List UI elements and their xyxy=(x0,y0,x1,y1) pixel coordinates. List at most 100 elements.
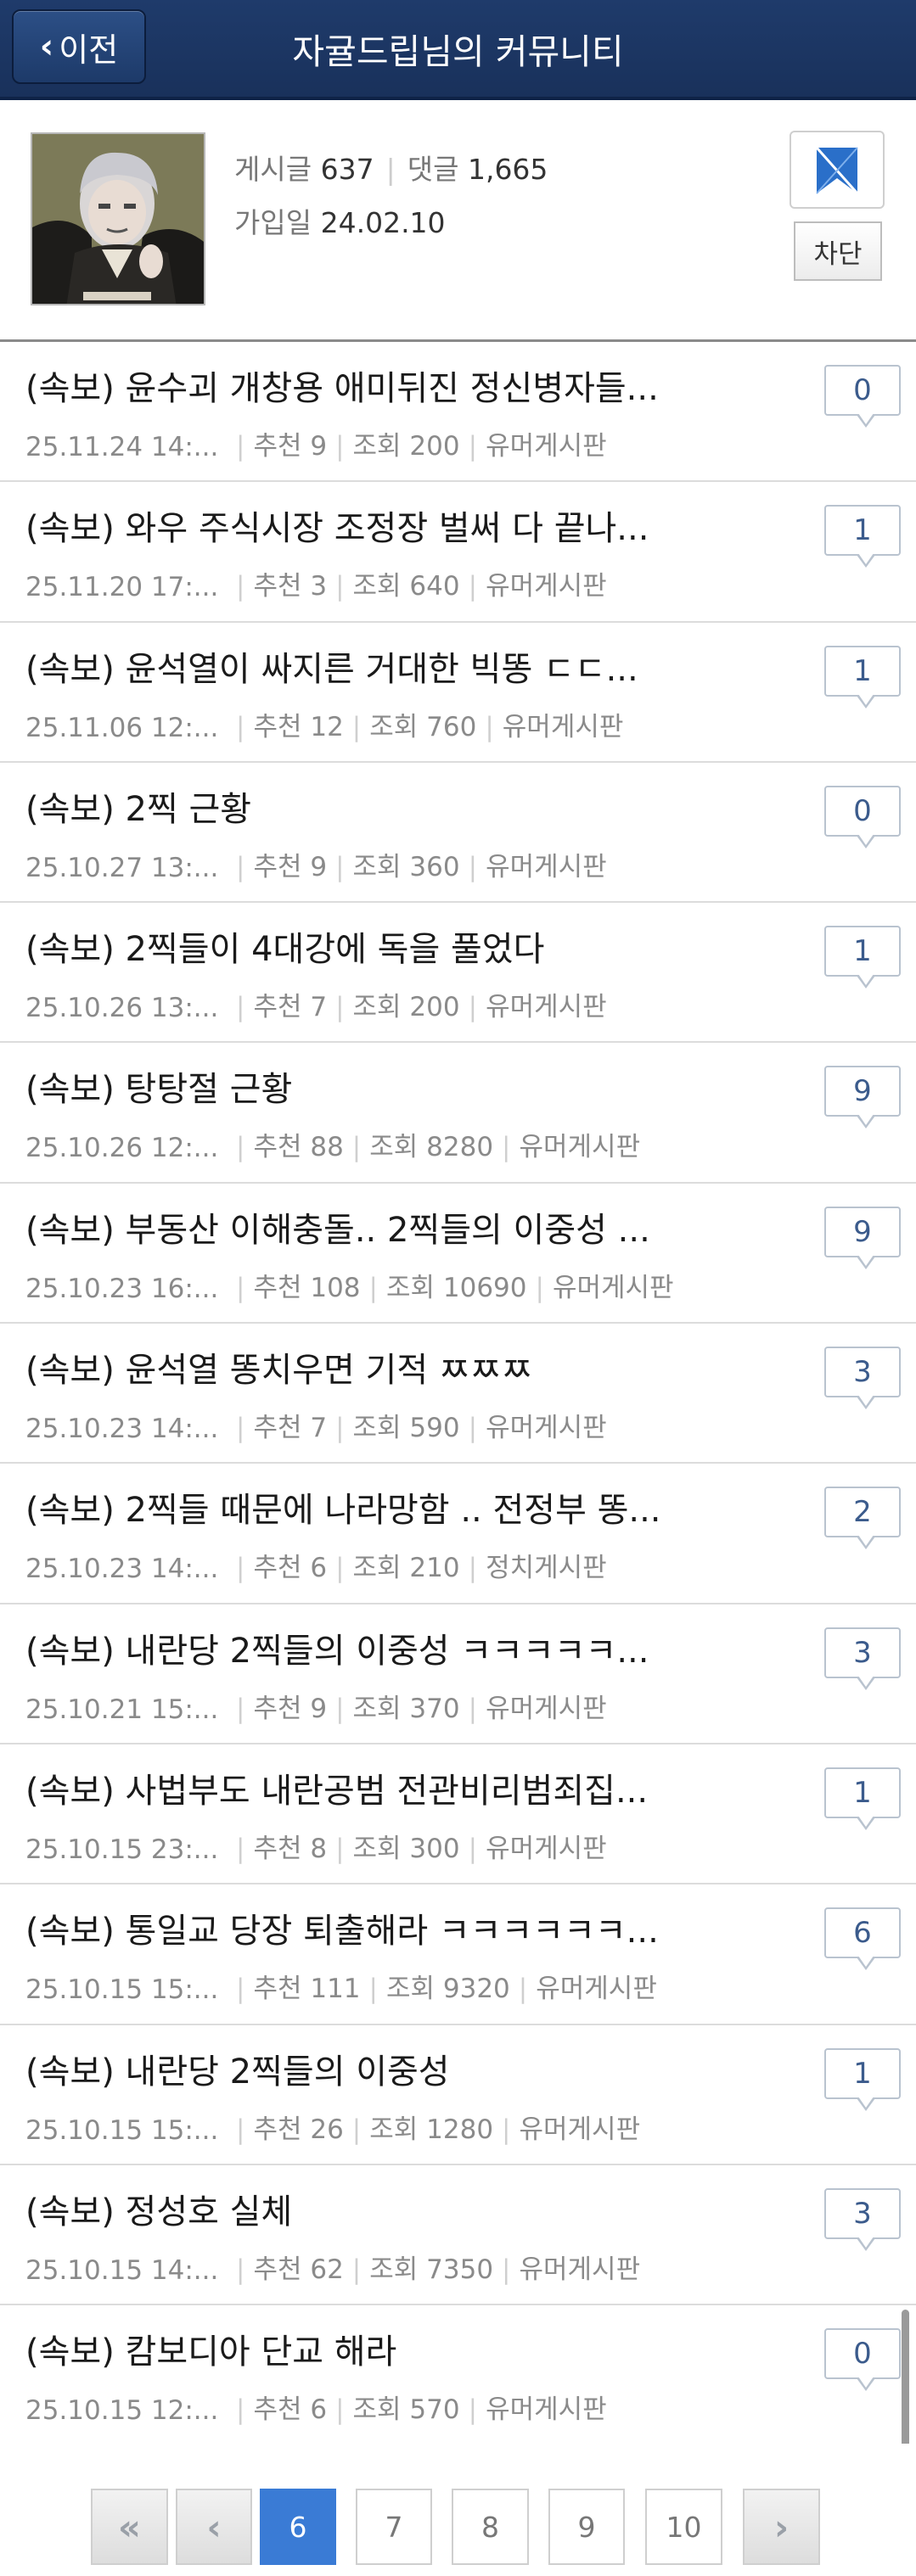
post-title[interactable]: (속보) 부동산 이해충돌.. 2찍들의 이중성 ... xyxy=(25,1202,722,1252)
post-board: 유머게시판 xyxy=(486,851,607,882)
post-title[interactable]: (속보) 내란당 2찍들의 이중성 xyxy=(25,2044,722,2093)
post-title[interactable]: (속보) 정성호 실체 xyxy=(25,2184,722,2233)
post-row[interactable]: (속보) 캄보디아 단교 해라 25.10.15 12:... | 추천 6 | 조회 5… xyxy=(0,2305,916,2446)
post-meta: 25.10.27 13:... | 추천 9 | 조회 360 | 유머게시판 xyxy=(25,845,607,883)
post-date: 25.10.23 14:... xyxy=(25,1414,219,1445)
post-row[interactable]: (속보) 정성호 실체 25.10.15 14:... | 추천 62 | 조회 7350… xyxy=(0,2164,916,2306)
comment-count-badge[interactable]: 1 xyxy=(824,926,901,989)
back-button[interactable]: ‹ 이전 xyxy=(12,9,146,84)
post-title[interactable]: (속보) 2찍 근황 xyxy=(25,781,722,831)
page-button[interactable]: 10 xyxy=(645,2489,722,2565)
post-recommend: 추천 108 xyxy=(253,1272,361,1303)
post-board: 유머게시판 xyxy=(486,431,607,462)
post-row[interactable]: (속보) 2찍들 때문에 나라망함 .. 전정부 똥... 25.10.23 14… xyxy=(0,1464,916,1604)
post-board: 유머게시판 xyxy=(519,1132,641,1163)
post-views: 조회 300 xyxy=(352,1833,460,1864)
post-comment-stats: 게시글 637 | 댓글 1,665 xyxy=(234,147,548,188)
post-title[interactable]: (속보) 2찍들 때문에 나라망함 .. 전정부 똥... xyxy=(25,1482,722,1532)
posts-label: 게시글 xyxy=(234,153,312,186)
comment-count-badge[interactable]: 1 xyxy=(824,505,901,568)
post-row[interactable]: (속보) 2찍들이 4대강에 독을 풀었다 25.10.26 13:... | 추천 … xyxy=(0,903,916,1044)
comment-count-badge[interactable]: 3 xyxy=(824,1627,901,1690)
post-title[interactable]: (속보) 2찍들이 4대강에 독을 풀었다 xyxy=(25,921,722,971)
post-title[interactable]: (속보) 윤수괴 개창용 애미뒤진 정신병자들... xyxy=(25,361,722,410)
meta-divider: | xyxy=(236,992,245,1023)
comment-count-badge[interactable]: 1 xyxy=(824,1767,901,1830)
post-title[interactable]: (속보) 탕탕절 근황 xyxy=(25,1061,722,1111)
page-button[interactable]: 8 xyxy=(452,2489,529,2565)
post-date: 25.11.20 17:... xyxy=(25,572,219,603)
post-meta: 25.10.23 14:... | 추천 7 | 조회 590 | 유머게시판 xyxy=(25,1406,607,1444)
stats-divider: | xyxy=(385,153,396,186)
post-row[interactable]: (속보) 와우 주식시장 조정장 벌써 다 끝나... 25.11.20 17:.… xyxy=(0,482,916,623)
post-row[interactable]: (속보) 부동산 이해충돌.. 2찍들의 이중성 ... 25.10.23 16:… xyxy=(0,1183,916,1324)
post-recommend: 추천 26 xyxy=(253,2114,344,2145)
comment-count-badge[interactable]: 0 xyxy=(824,785,901,848)
post-recommend: 추천 9 xyxy=(253,1693,328,1724)
comment-count-badge[interactable]: 9 xyxy=(824,1206,901,1269)
page-button[interactable]: 7 xyxy=(356,2489,432,2565)
joined-label: 가입일 xyxy=(234,206,312,239)
meta-divider: | xyxy=(236,571,245,602)
post-date: 25.10.15 15:... xyxy=(25,1974,219,2006)
meta-divider: | xyxy=(468,992,478,1023)
block-button[interactable]: 차단 xyxy=(794,221,882,281)
comment-count-badge[interactable]: 1 xyxy=(824,2047,901,2111)
avatar-image xyxy=(32,134,204,304)
prev-page-button[interactable]: ‹ xyxy=(176,2489,252,2565)
comment-count-badge[interactable]: 1 xyxy=(824,645,901,708)
post-title[interactable]: (속보) 캄보디아 단교 해라 xyxy=(25,2324,722,2373)
post-board: 유머게시판 xyxy=(486,992,607,1023)
meta-divider: | xyxy=(236,1833,245,1864)
post-title[interactable]: (속보) 사법부도 내란공범 전관비리범죄집... xyxy=(25,1763,722,1812)
post-recommend: 추천 8 xyxy=(253,1833,328,1864)
meta-divider: | xyxy=(468,851,478,882)
post-row[interactable]: (속보) 내란당 2찍들의 이중성 25.10.15 15:... | 추천 26 | 조… xyxy=(0,2024,916,2165)
post-views: 조회 200 xyxy=(352,431,460,462)
post-meta: 25.11.06 12:... | 추천 12 | 조회 760 | 유머게시판 xyxy=(25,705,623,743)
meta-divider: | xyxy=(368,1272,378,1303)
post-views: 조회 640 xyxy=(352,571,460,602)
page-button-current[interactable]: 6 xyxy=(260,2489,336,2565)
post-row[interactable]: (속보) 내란당 2찍들의 이중성 ㅋㅋㅋㅋㅋ... 25.10.21 15:..… xyxy=(0,1604,916,1744)
post-row[interactable]: (속보) 윤석열이 싸지른 거대한 빅똥 ㄷㄷ... 25.11.06 12:..… xyxy=(0,622,916,763)
post-row[interactable]: (속보) 통일교 당장 퇴출해라 ㅋㅋㅋㅋㅋㅋ... 25.10.15 15:..… xyxy=(0,1884,916,2025)
post-title[interactable]: (속보) 통일교 당장 퇴출해라 ㅋㅋㅋㅋㅋㅋ... xyxy=(25,1903,722,1952)
comment-count-badge[interactable]: 9 xyxy=(824,1066,901,1129)
post-row[interactable]: (속보) 2찍 근황 25.10.27 13:... | 추천 9 | 조회 360 | 유머… xyxy=(0,762,916,904)
post-recommend: 추천 6 xyxy=(253,2394,328,2426)
meta-divider: | xyxy=(468,2394,478,2426)
post-row[interactable]: (속보) 윤석열 똥치우면 기적 ㅉㅉㅉ 25.10.23 14:... | 추천 7… xyxy=(0,1324,916,1464)
comment-count-badge[interactable]: 3 xyxy=(824,1347,901,1410)
comment-count-badge[interactable]: 6 xyxy=(824,1907,901,1971)
first-page-button[interactable]: « xyxy=(91,2489,168,2565)
comment-count-badge[interactable]: 2 xyxy=(824,1487,901,1550)
post-board: 유머게시판 xyxy=(486,1833,607,1864)
post-meta: 25.10.15 12:... | 추천 6 | 조회 570 | 유머게시판 xyxy=(25,2388,607,2426)
post-row[interactable]: (속보) 탕탕절 근황 25.10.26 12:... | 추천 88 | 조회 8280… xyxy=(0,1043,916,1184)
meta-divider: | xyxy=(236,1272,245,1303)
chevron-right-icon: › xyxy=(773,2506,790,2548)
meta-divider: | xyxy=(468,431,478,462)
post-recommend: 추천 111 xyxy=(253,1974,361,2005)
next-page-button[interactable]: › xyxy=(743,2489,820,2565)
post-title[interactable]: (속보) 와우 주식시장 조정장 벌써 다 끝나... xyxy=(25,501,722,550)
post-recommend: 추천 3 xyxy=(253,571,328,602)
scrap-button[interactable] xyxy=(790,131,885,209)
post-board: 유머게시판 xyxy=(536,1974,657,2005)
post-date: 25.10.15 12:... xyxy=(25,2395,219,2427)
post-title[interactable]: (속보) 윤석열 똥치우면 기적 ㅉㅉㅉ xyxy=(25,1342,722,1392)
page-button[interactable]: 9 xyxy=(548,2489,625,2565)
meta-divider: | xyxy=(468,1693,478,1724)
post-title[interactable]: (속보) 윤석열이 싸지른 거대한 빅똥 ㄷㄷ... xyxy=(25,641,722,691)
post-row[interactable]: (속보) 사법부도 내란공범 전관비리범죄집... 25.10.15 23:...… xyxy=(0,1744,916,1885)
comment-count-badge[interactable]: 3 xyxy=(824,2187,901,2251)
comment-count-badge[interactable]: 0 xyxy=(824,2328,901,2392)
post-meta: 25.10.15 14:... | 추천 62 | 조회 7350 | 유머게시판 xyxy=(25,2248,640,2286)
post-board: 유머게시판 xyxy=(486,571,607,602)
meta-divider: | xyxy=(468,571,478,602)
meta-divider: | xyxy=(236,2254,245,2285)
comment-count-badge[interactable]: 0 xyxy=(824,365,901,428)
post-title[interactable]: (속보) 내란당 2찍들의 이중성 ㅋㅋㅋㅋㅋ... xyxy=(25,1623,722,1672)
post-row[interactable]: (속보) 윤수괴 개창용 애미뒤진 정신병자들... 25.11.24 14:..… xyxy=(0,342,916,483)
